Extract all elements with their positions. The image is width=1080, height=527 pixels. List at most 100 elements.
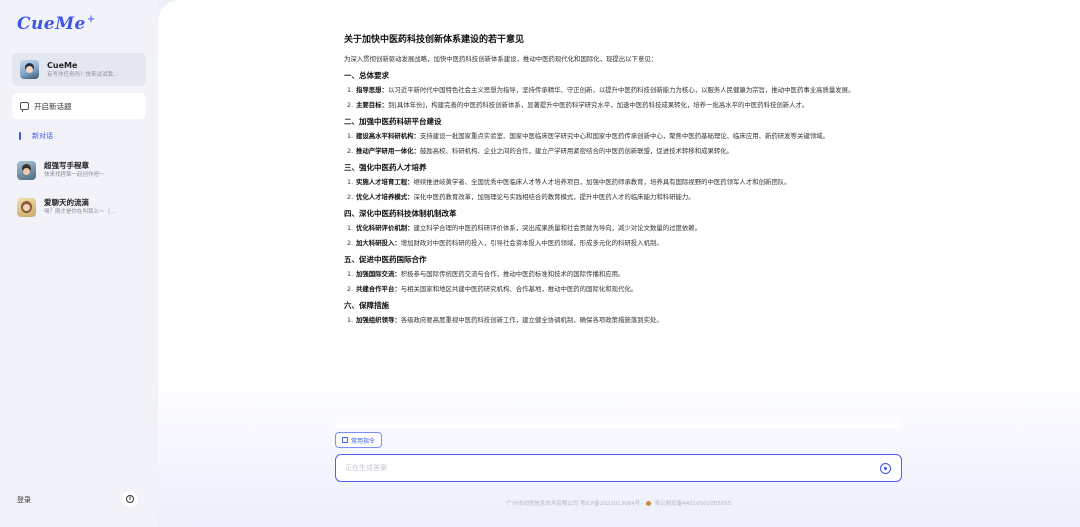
history-item[interactable]: 超强写手程章 快来找程章一起创作吧～ xyxy=(17,160,139,180)
new-chat-icon xyxy=(20,102,29,112)
history-subtitle: 嘿？刚才是你在叫我么～（... xyxy=(44,209,116,215)
list-item-body: 到[具体年份]，构建完善的中医药科技创新体系，显著提升中医药科学研究水平，加速中… xyxy=(387,101,809,109)
list-item-label: 加强组织领导： xyxy=(356,316,401,324)
message-input-box xyxy=(335,454,902,482)
list-item-number: 1. xyxy=(347,316,354,324)
document-sections: 一、总体要求 1. 指导思想：以习近平新时代中国特色社会主义思想为指导，坚持传承精华… xyxy=(335,69,902,327)
list-item: 2. 优化人才培养模式：深化中医药教育改革，加强理论与实践相结合的教育模式，提升中… xyxy=(335,191,902,204)
list-item-text: 优化科研评价机制：建立科学合理的中医药科研评价体系，突出成果质量和社会贡献为导向… xyxy=(356,222,902,235)
list-item-number: 2. xyxy=(347,147,354,155)
list-item-number: 2. xyxy=(347,239,354,247)
stop-generating-icon[interactable] xyxy=(880,463,891,474)
list-item-number: 2. xyxy=(347,101,354,109)
list-item: 1. 指导思想：以习近平新时代中国特色社会主义思想为指导，坚持传承精华、守正创新，… xyxy=(335,84,902,97)
list-item-text: 推动产学研用一体化：鼓励高校、科研机构、企业之间的合作，建立产学研用紧密结合的中… xyxy=(356,145,902,158)
list-item-number: 2. xyxy=(347,285,354,293)
list-item-text: 实施人才培育工程：继续推进岐黄学者、全国优秀中医临床人才等人才培养项目，加强中医… xyxy=(356,176,902,189)
logo-text: CueMe xyxy=(17,14,86,34)
list-item: 1. 优化科研评价机制：建立科学合理的中医药科研评价体系，突出成果质量和社会贡献为… xyxy=(335,222,902,235)
list-item-body: 增加财政对中医药科研的投入，引导社会资本投入中医药领域，形成多元化的科研投入机制… xyxy=(400,239,663,247)
history-title: 爱聊天的流滴 xyxy=(44,198,89,207)
list-item-text: 建设高水平科研机构：支持建设一批国家重点实验室、国家中医临床医学研究中心和国家中… xyxy=(356,130,902,143)
section-heading: 六、保障措施 xyxy=(344,301,389,310)
list-item-body: 与相关国家和地区共建中医药研究机构、合作基地，推动中医药的国际化和现代化。 xyxy=(400,285,638,293)
section-heading: 二、加强中医药科研平台建设 xyxy=(344,117,442,126)
main-panel: 关于加快中医药科技创新体系建设的若干意见 为深入贯彻创新驱动发展战略，加快中医药… xyxy=(158,0,1080,527)
section-heading: 三、强化中医药人才培养 xyxy=(344,163,427,172)
list-item-body: 建立科学合理的中医药科研评价体系，突出成果质量和社会贡献为导向，减少对论文数量的… xyxy=(413,224,702,232)
app-logo[interactable]: CueMe+ xyxy=(17,14,96,34)
sidebar: CueMe+ CueMe 有写作任务吗？快来试试我... 开启新话题 新对话 超… xyxy=(0,0,158,527)
list-item-body: 鼓励高校、科研机构、企业之间的合作，建立产学研用紧密结合的中医药创新联盟，促进技… xyxy=(419,147,734,155)
list-item-text: 加大科研投入：增加财政对中医药科研的投入，引导社会资本投入中医药领域，形成多元化… xyxy=(356,237,902,250)
list-item-number: 1. xyxy=(347,178,354,186)
list-item-body: 积极参与国际传统医药交流与合作，推动中医药标准和技术的国际传播和应用。 xyxy=(400,270,625,278)
list-item-number: 2. xyxy=(347,193,354,201)
current-chat-item[interactable]: 新对话 xyxy=(19,131,53,141)
generated-document: 关于加快中医药科技创新体系建设的若干意见 为深入贯彻创新驱动发展战略，加快中医药… xyxy=(335,28,902,428)
message-input[interactable] xyxy=(345,464,865,472)
document-fade xyxy=(335,414,902,428)
list-item-label: 优化人才培养模式： xyxy=(356,193,414,201)
history-title: 超强写手程章 xyxy=(44,161,89,170)
footer-icp[interactable]: 广州市动悦信息技术有限公司 粤ICP备2022013084号 xyxy=(507,501,641,507)
agent-card-cueme[interactable]: CueMe 有写作任务吗？快来试试我... xyxy=(12,53,146,86)
logo-mark: + xyxy=(86,14,96,26)
list-item: 1. 实施人才培育工程：继续推进岐黄学者、全国优秀中医临床人才等人才培养项目，加强… xyxy=(335,176,902,189)
document-intro: 为深入贯彻创新驱动发展战略，加快中医药科技创新体系建设，推动中医药现代化和国际化… xyxy=(344,55,658,63)
list-item-text: 加强组织领导：各级政府要高度重视中医药科技创新工作，建立健全协调机制，确保各项政… xyxy=(356,314,902,327)
section-heading: 四、深化中医药科技体制机制改革 xyxy=(344,209,457,218)
agent-name: CueMe xyxy=(47,60,78,70)
list-item-label: 优化科研评价机制： xyxy=(356,224,414,232)
list-item-text: 指导思想：以习近平新时代中国特色社会主义思想为指导，坚持传承精华、守正创新，以提… xyxy=(356,84,902,97)
list-item-body: 继续推进岐黄学者、全国优秀中医临床人才等人才培养项目，加强中医药师承教育，培养具… xyxy=(413,178,791,186)
list-item-body: 深化中医药教育改革，加强理论与实践相结合的教育模式，提升中医药人才的临床能力和科… xyxy=(413,193,695,201)
list-item-label: 加强国际交流： xyxy=(356,270,401,278)
agent-avatar xyxy=(20,60,39,79)
history-item[interactable]: 爱聊天的流滴 嘿？刚才是你在叫我么～（... xyxy=(17,197,139,217)
list-item-text: 共建合作平台：与相关国家和地区共建中医药研究机构、合作基地，推动中医药的国际化和… xyxy=(356,283,902,296)
list-item-text: 主要目标：到[具体年份]，构建完善的中医药科技创新体系，显著提升中医药科学研究水… xyxy=(356,99,902,112)
list-item-label: 指导思想： xyxy=(356,86,388,94)
new-topic-label: 开启新话题 xyxy=(34,101,72,111)
section-heading: 一、总体要求 xyxy=(344,71,389,80)
footer: 广州市动悦信息技术有限公司 粤ICP备2022013084号 粤公网安备4401… xyxy=(158,499,1080,507)
list-item-label: 加大科研投入： xyxy=(356,239,401,247)
info-icon: i xyxy=(126,495,134,503)
list-item: 1. 建设高水平科研机构：支持建设一批国家重点实验室、国家中医临床医学研究中心和国… xyxy=(335,130,902,143)
list-item-body: 以习近平新时代中国特色社会主义思想为指导，坚持传承精华、守正创新，以提升中医药科… xyxy=(387,86,855,94)
list-item-number: 1. xyxy=(347,270,354,278)
list-item-label: 推动产学研用一体化： xyxy=(356,147,420,155)
command-icon xyxy=(342,437,348,443)
info-button[interactable]: i xyxy=(122,491,138,507)
footer-police[interactable]: 粤公网安备44010502003055 xyxy=(655,501,732,507)
list-item-body: 各级政府要高度重视中医药科技创新工作，建立健全协调机制，确保各项政策措施落到实处… xyxy=(400,316,663,324)
login-link[interactable]: 登录 xyxy=(17,495,31,505)
police-badge-icon xyxy=(646,501,652,506)
list-item-label: 实施人才培育工程： xyxy=(356,178,414,186)
list-item: 2. 主要目标：到[具体年份]，构建完善的中医药科技创新体系，显著提升中医药科学研… xyxy=(335,99,902,112)
list-item-text: 优化人才培养模式：深化中医药教育改革，加强理论与实践相结合的教育模式，提升中医药… xyxy=(356,191,902,204)
history-avatar xyxy=(17,160,36,180)
list-item-text: 加强国际交流：积极参与国际传统医药交流与合作，推动中医药标准和技术的国际传播和应… xyxy=(356,268,902,281)
list-item-body: 支持建设一批国家重点实验室、国家中医临床医学研究中心和国家中医药传承创新中心，聚… xyxy=(419,132,829,140)
common-commands-button[interactable]: 常用指令 xyxy=(335,432,383,448)
list-item-label: 共建合作平台： xyxy=(356,285,401,293)
list-item: 2. 共建合作平台：与相关国家和地区共建中医药研究机构、合作基地，推动中医药的国际… xyxy=(335,283,902,296)
history-subtitle: 快来找程章一起创作吧～ xyxy=(44,172,105,178)
current-chat-label: 新对话 xyxy=(32,132,53,140)
agent-subtitle: 有写作任务吗？快来试试我... xyxy=(47,71,119,78)
list-item-label: 主要目标： xyxy=(356,101,388,109)
list-item: 2. 加大科研投入：增加财政对中医药科研的投入，引导社会资本投入中医药领域，形成多… xyxy=(335,237,902,250)
list-item: 1. 加强国际交流：积极参与国际传统医药交流与合作，推动中医药标准和技术的国际传播… xyxy=(335,268,902,281)
common-commands-label: 常用指令 xyxy=(351,437,376,445)
active-indicator xyxy=(19,132,21,140)
list-item-label: 建设高水平科研机构： xyxy=(356,132,420,140)
new-topic-button[interactable]: 开启新话题 xyxy=(12,93,146,119)
section-heading: 五、促进中医药国际合作 xyxy=(344,255,427,264)
document-title: 关于加快中医药科技创新体系建设的若干意见 xyxy=(344,35,525,45)
list-item-number: 1. xyxy=(347,86,354,94)
list-item-number: 1. xyxy=(347,224,354,232)
list-item-number: 1. xyxy=(347,132,354,140)
history-avatar xyxy=(17,197,36,217)
